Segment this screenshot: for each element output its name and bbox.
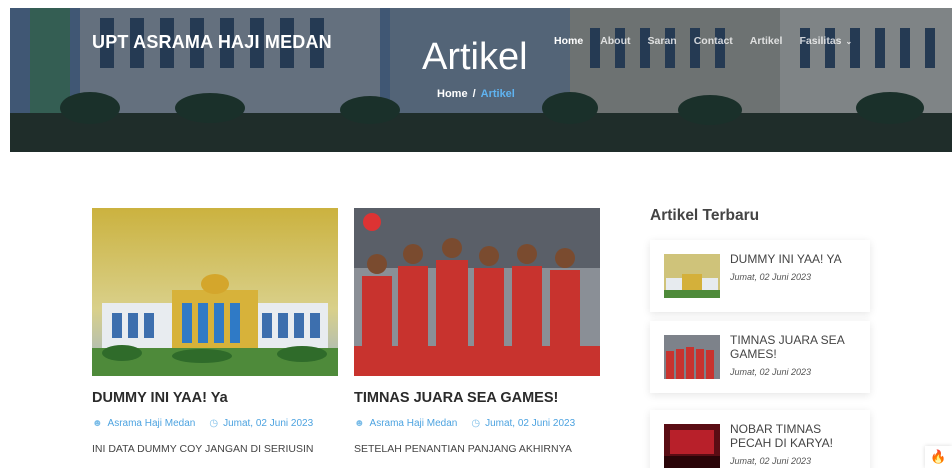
user-icon: ☻ [92, 418, 103, 429]
nav-about[interactable]: About [600, 35, 630, 47]
post-excerpt: SETELAH PENANTIAN PANJANG AKHIRNYA [354, 443, 572, 455]
flame-icon[interactable]: 🔥 [925, 446, 952, 468]
post-meta: ☻ Asrama Haji Medan ◷ Jumat, 02 Juni 202… [354, 418, 600, 429]
nav-contact[interactable]: Contact [694, 35, 733, 47]
sidebar-item[interactable]: NOBAR TIMNAS PECAH DI KARYA! Jumat, 02 J… [650, 410, 870, 468]
sidebar-item-date: Jumat, 02 Juni 2023 [730, 367, 812, 377]
user-icon: ☻ [354, 418, 365, 429]
breadcrumb-separator: / [472, 88, 476, 100]
sidebar-item-date: Jumat, 02 Juni 2023 [730, 272, 812, 282]
sidebar-item-thumbnail[interactable] [664, 254, 720, 298]
sidebar-item-date: Jumat, 02 Juni 2023 [730, 456, 812, 466]
post-card: DUMMY INI YAA! Ya ☻ Asrama Haji Medan ◷ … [92, 208, 338, 455]
brand-logo-text[interactable]: UPT ASRAMA HAJI MEDAN [92, 32, 332, 53]
sidebar-item[interactable]: TIMNAS JUARA SEA GAMES! Jumat, 02 Juni 2… [650, 321, 870, 393]
post-date[interactable]: Jumat, 02 Juni 2023 [223, 418, 313, 429]
post-date[interactable]: Jumat, 02 Juni 2023 [485, 418, 575, 429]
nav-saran[interactable]: Saran [648, 35, 677, 47]
post-author[interactable]: Asrama Haji Medan [370, 418, 458, 429]
post-thumbnail[interactable] [92, 208, 338, 376]
sidebar-item-title[interactable]: TIMNAS JUARA SEA GAMES! [730, 333, 858, 361]
post-title[interactable]: TIMNAS JUARA SEA GAMES! [354, 390, 600, 406]
sidebar-item[interactable]: DUMMY INI YAA! Ya Jumat, 02 Juni 2023 [650, 240, 870, 312]
nav-home[interactable]: Home [554, 35, 583, 47]
sidebar-item-title[interactable]: NOBAR TIMNAS PECAH DI KARYA! [730, 422, 858, 450]
breadcrumb: Home / Artikel [437, 88, 515, 100]
nav-fasilitas[interactable]: Fasilitas ⌄ [799, 35, 852, 47]
main-nav: Home About Saran Contact Artikel Fasilit… [554, 35, 869, 47]
post-card: TIMNAS JUARA SEA GAMES! ☻ Asrama Haji Me… [354, 208, 600, 455]
post-thumbnail[interactable] [354, 208, 600, 376]
clock-icon: ◷ [471, 418, 481, 429]
breadcrumb-current: Artikel [480, 88, 515, 100]
breadcrumb-home[interactable]: Home [437, 88, 468, 100]
clock-icon: ◷ [209, 418, 219, 429]
hero-overlay [10, 8, 952, 152]
sidebar-item-thumbnail[interactable] [664, 335, 720, 379]
post-meta: ☻ Asrama Haji Medan ◷ Jumat, 02 Juni 202… [92, 418, 338, 429]
hero-banner: UPT ASRAMA HAJI MEDAN Artikel Home / Artik… [10, 8, 952, 152]
sidebar-title: Artikel Terbaru [650, 207, 760, 224]
post-author[interactable]: Asrama Haji Medan [108, 418, 196, 429]
sidebar-item-thumbnail[interactable] [664, 424, 720, 468]
post-excerpt: INI DATA DUMMY COY JANGAN DI SERIUSIN [92, 443, 314, 455]
post-title[interactable]: DUMMY INI YAA! Ya [92, 390, 338, 406]
nav-fasilitas-label: Fasilitas [799, 35, 842, 47]
chevron-down-icon: ⌄ [845, 36, 853, 46]
page-title: Artikel [422, 36, 528, 78]
nav-artikel[interactable]: Artikel [750, 35, 783, 47]
sidebar-item-title[interactable]: DUMMY INI YAA! Ya [730, 252, 842, 266]
